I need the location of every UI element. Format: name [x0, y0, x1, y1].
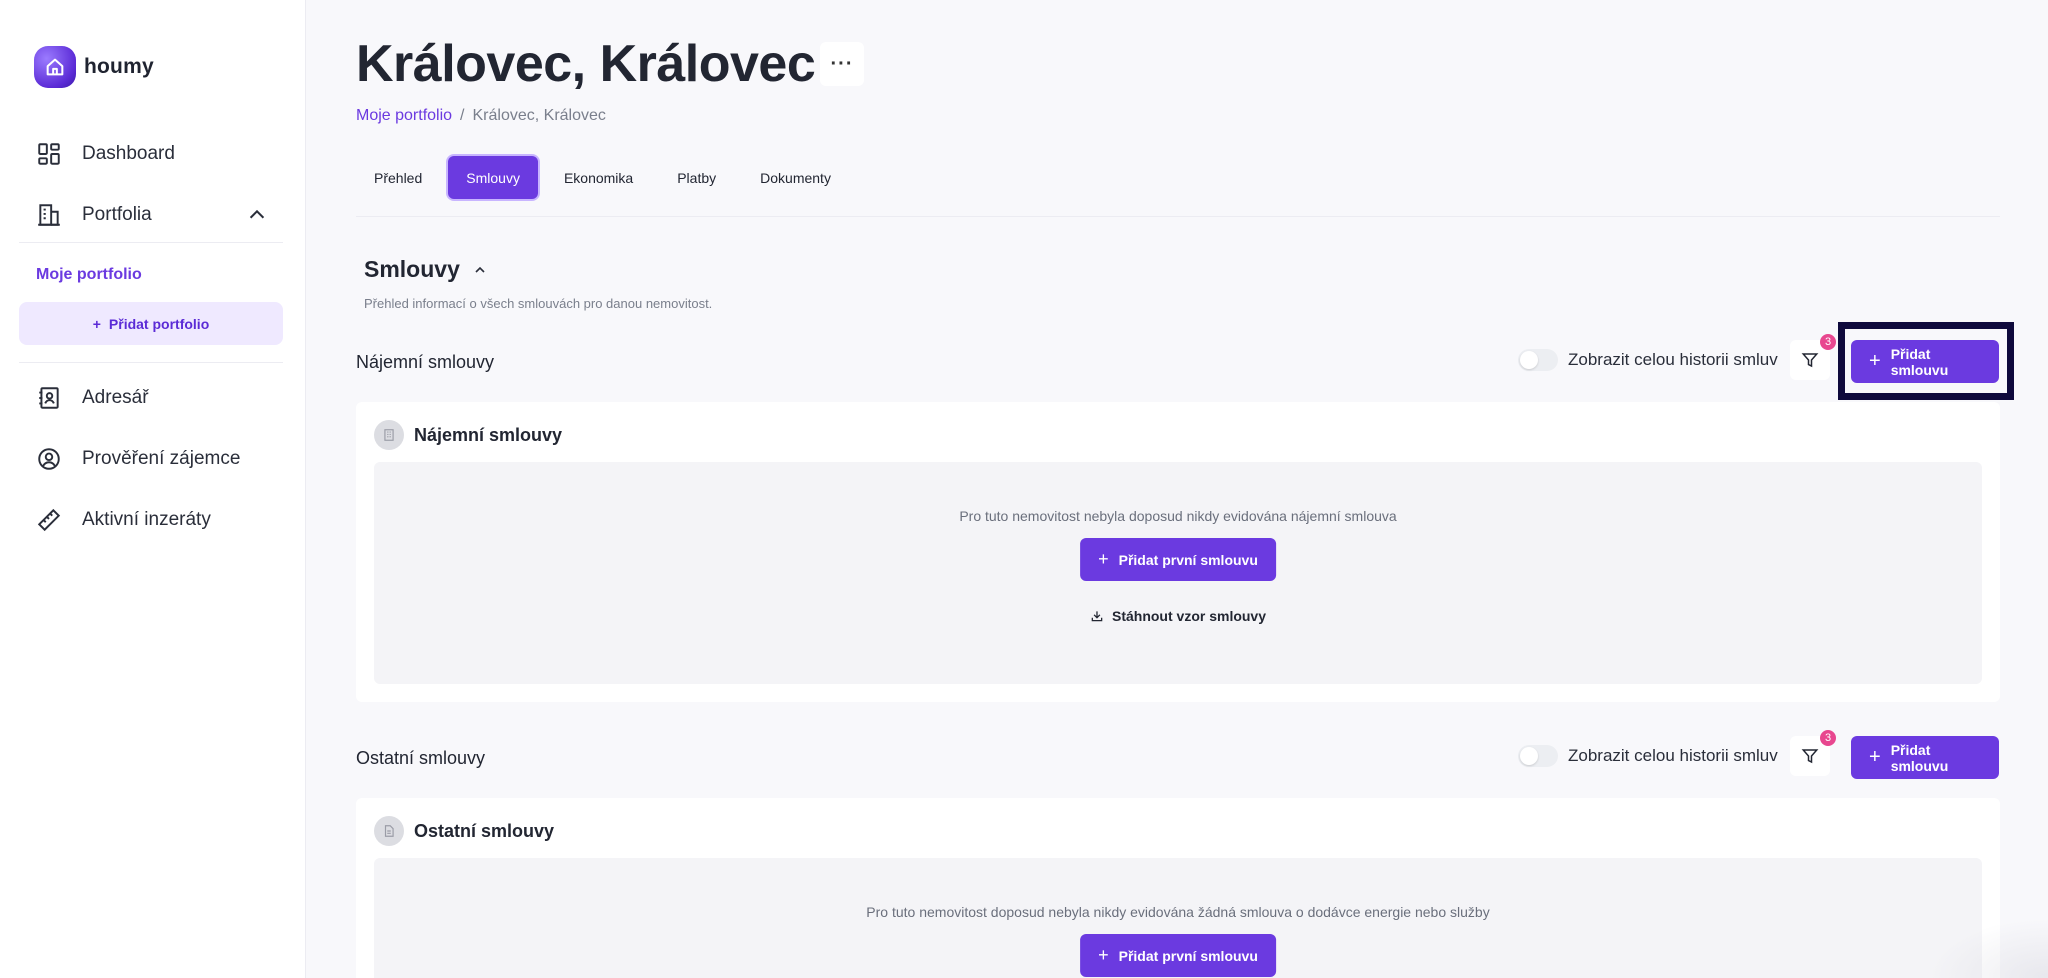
history-toggle-label: Zobrazit celou historii smluv — [1568, 746, 1778, 765]
sidebar-subitem-moje-portfolio[interactable]: Moje portfolio — [36, 266, 142, 284]
card-header: Nájemní smlouvy — [374, 420, 562, 450]
download-icon — [1091, 611, 1103, 622]
sidebar-item-aktivni-inzeraty[interactable]: Aktivní inzeráty — [36, 507, 211, 533]
main-content: Královec, Královec ··· Moje portfolio / … — [306, 0, 2048, 978]
other-contracts-header: Ostatní smlouvy Zobrazit celou historii … — [356, 730, 2000, 780]
sidebar-item-provereni-zajemce[interactable]: Prověření zájemce — [36, 446, 240, 472]
filter-count-badge: 3 — [1820, 730, 1836, 746]
tab-ekonomika[interactable]: Ekonomika — [546, 156, 651, 199]
filter-count-badge: 3 — [1820, 334, 1836, 350]
sidebar-item-label: Prověření zájemce — [82, 448, 241, 469]
logo[interactable]: houmy — [34, 46, 154, 88]
lease-contracts-title: Nájemní smlouvy — [356, 352, 495, 372]
document-icon — [374, 816, 404, 846]
history-toggle-group: Zobrazit celou historii smluv — [1518, 745, 1778, 767]
history-toggle-group: Zobrazit celou historii smluv — [1518, 349, 1778, 371]
history-toggle[interactable] — [1518, 745, 1558, 767]
section-title: Smlouvy — [364, 256, 460, 282]
empty-state: Pro tuto nemovitost nebyla doposud nikdy… — [374, 462, 1982, 684]
tab-smlouvy[interactable]: Smlouvy — [448, 156, 538, 199]
chevron-up-icon[interactable] — [472, 262, 488, 278]
filter-icon — [1801, 353, 1819, 368]
history-toggle[interactable] — [1518, 349, 1558, 371]
add-first-contract-label: Přidat první smlouvu — [1118, 947, 1258, 964]
filter-button[interactable]: 3 — [1790, 730, 1836, 776]
building-icon — [38, 204, 60, 226]
more-options-button[interactable]: ··· — [820, 42, 864, 86]
card-title: Nájemní smlouvy — [414, 424, 563, 445]
breadcrumb: Moje portfolio / Královec, Královec — [356, 107, 606, 125]
sidebar-item-adresar[interactable]: Adresář — [36, 385, 149, 411]
tab-prehled[interactable]: Přehled — [356, 156, 440, 199]
section-description: Přehled informací o všech smlouvách pro … — [364, 296, 713, 311]
address-book-icon — [39, 387, 59, 409]
house-logo-icon — [34, 46, 76, 88]
sidebar-item-label: Dashboard — [82, 143, 175, 164]
sidebar-item-label: Aktivní inzeráty — [82, 509, 211, 530]
tab-dokumenty[interactable]: Dokumenty — [742, 156, 849, 199]
divider — [356, 216, 2000, 217]
card-title: Ostatní smlouvy — [414, 820, 555, 841]
history-toggle-label: Zobrazit celou historii smluv — [1568, 350, 1778, 369]
tab-platby[interactable]: Platby — [659, 156, 734, 199]
add-portfolio-button[interactable]: + Přidat portfolio — [19, 302, 283, 345]
sidebar-item-portfolia[interactable]: Portfolia — [36, 202, 152, 228]
add-first-contract-label: Přidat první smlouvu — [1118, 551, 1258, 568]
sidebar-item-dashboard[interactable]: Dashboard — [36, 141, 175, 167]
plus-icon: + — [1098, 549, 1109, 569]
building-icon — [374, 420, 404, 450]
breadcrumb-root-link[interactable]: Moje portfolio — [356, 107, 452, 125]
section-header[interactable]: Smlouvy — [364, 256, 488, 283]
add-contract-button[interactable]: + Přidat smlouvu — [1851, 736, 1999, 779]
breadcrumb-separator: / — [460, 107, 465, 124]
plus-icon: + — [1869, 746, 1881, 768]
sidebar: houmy Dashboard Portfolia Moje portfolio… — [0, 0, 306, 978]
download-template-label: Stáhnout vzor smlouvy — [1111, 608, 1267, 624]
other-contracts-title: Ostatní smlouvy — [356, 748, 486, 768]
filter-button[interactable]: 3 — [1790, 334, 1836, 380]
lease-contracts-header: Nájemní smlouvy Zobrazit celou historii … — [356, 334, 2000, 384]
add-contract-label: Přidat smlouvu — [1890, 741, 1949, 774]
sidebar-item-label: Portfolia — [82, 204, 152, 225]
divider — [19, 362, 283, 363]
ellipsis-icon: ··· — [830, 52, 854, 75]
card-header: Ostatní smlouvy — [374, 816, 554, 846]
add-portfolio-label: Přidat portfolio — [108, 315, 210, 332]
logo-text: houmy — [84, 55, 154, 78]
page-title: Královec, Královec — [356, 35, 816, 93]
other-contracts-card: Ostatní smlouvy Pro tuto nemovitost dopo… — [356, 798, 2000, 978]
filter-icon — [1801, 749, 1819, 764]
plus-icon: + — [1098, 945, 1109, 965]
tab-bar: Přehled Smlouvy Ekonomika Platby Dokumen… — [356, 156, 849, 199]
focus-highlight-box — [1838, 322, 2014, 400]
empty-state: Pro tuto nemovitost doposud nebyla nikdy… — [374, 858, 1982, 978]
chevron-up-icon[interactable] — [246, 204, 268, 226]
dashboard-grid-icon — [38, 143, 60, 165]
add-first-contract-button[interactable]: + Přidat první smlouvu — [1080, 538, 1276, 581]
corner-shade — [1928, 918, 2048, 978]
user-check-icon — [38, 448, 60, 470]
ruler-icon — [37, 508, 61, 532]
breadcrumb-current: Královec, Královec — [472, 107, 606, 124]
empty-state-text: Pro tuto nemovitost doposud nebyla nikdy… — [866, 904, 1490, 920]
sidebar-item-label: Adresář — [82, 387, 149, 408]
download-template-link[interactable]: Stáhnout vzor smlouvy — [1090, 608, 1266, 624]
divider — [19, 242, 283, 243]
plus-icon: + — [92, 315, 101, 332]
lease-contracts-card: Nájemní smlouvy Pro tuto nemovitost neby… — [356, 402, 2000, 702]
add-first-contract-button[interactable]: + Přidat první smlouvu — [1080, 934, 1276, 977]
empty-state-text: Pro tuto nemovitost nebyla doposud nikdy… — [959, 508, 1397, 524]
